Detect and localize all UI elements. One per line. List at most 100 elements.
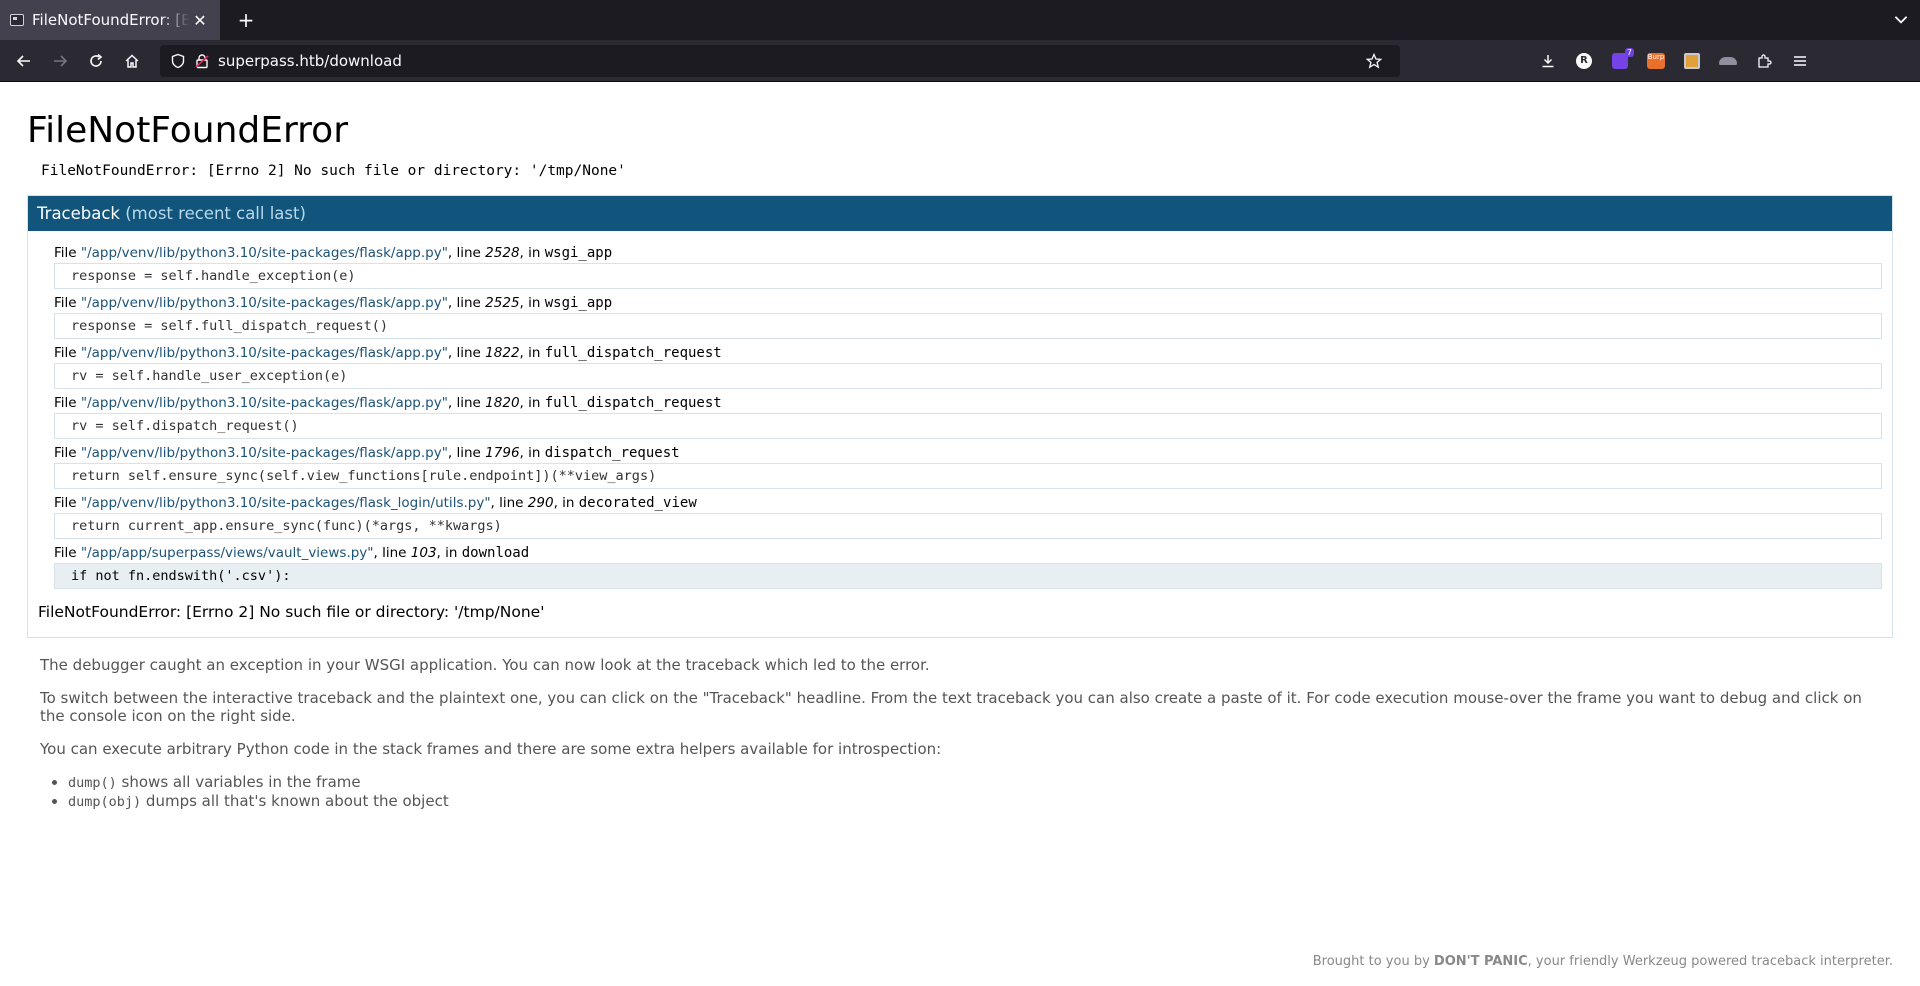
tab-close-icon[interactable]: ✕	[190, 11, 210, 30]
traceback-frame[interactable]: File "/app/venv/lib/python3.10/site-pack…	[54, 495, 1882, 539]
frame-header: File "/app/venv/lib/python3.10/site-pack…	[54, 495, 1882, 511]
frame-code-line[interactable]: response = self.full_dispatch_request()	[54, 313, 1882, 339]
frame-header: File "/app/app/superpass/views/vault_vie…	[54, 545, 1882, 561]
frame-file-word: File	[54, 495, 77, 511]
forward-button[interactable]	[42, 45, 78, 77]
footer-brand: DON'T PANIC	[1433, 954, 1528, 969]
frame-code-line[interactable]: return current_app.ensure_sync(func)(*ar…	[54, 513, 1882, 539]
frame-code-line[interactable]: response = self.handle_exception(e)	[54, 263, 1882, 289]
werkzeug-debugger-page: FileNotFoundError FileNotFoundError: [Er…	[0, 82, 1920, 969]
frame-line-number: 103	[410, 545, 437, 561]
explain-paragraph-3: You can execute arbitrary Python code in…	[40, 740, 942, 758]
frame-file-word: File	[54, 545, 77, 561]
home-icon	[125, 53, 139, 68]
frame-file-path: "/app/venv/lib/python3.10/site-packages/…	[80, 395, 448, 411]
frame-line-number: 1822	[485, 345, 520, 361]
frame-function: wsgi_app	[544, 295, 613, 311]
frame-in-word: , in	[436, 545, 458, 561]
burp-extension-button[interactable]: Burp	[1638, 45, 1674, 77]
frame-code-line[interactable]: if not fn.endswith('.csv'):	[54, 563, 1882, 589]
frame-file-path: "/app/venv/lib/python3.10/site-packages/…	[80, 495, 491, 511]
frame-line-number: 2528	[485, 245, 520, 261]
burp-icon: Burp	[1647, 52, 1665, 69]
frame-in-word: , in	[553, 495, 575, 511]
new-tab-button[interactable]: +	[228, 8, 264, 32]
frame-line-word: , line	[447, 295, 481, 311]
tab-active[interactable]: FileNotFoundError: [Errno 2] No such fil…	[0, 0, 220, 40]
traceback-panel: Traceback (most recent call last) File "…	[27, 195, 1893, 638]
tab-list-chevron-icon[interactable]	[1892, 10, 1910, 28]
frame-in-word: , in	[519, 395, 541, 411]
footer-post: , your friendly Werkzeug powered traceba…	[1527, 954, 1893, 969]
frame-function: decorated_view	[578, 495, 697, 511]
frame-line-word: , line	[447, 445, 481, 461]
frame-function: download	[461, 545, 530, 561]
traceback-frame[interactable]: File "/app/app/superpass/views/vault_vie…	[54, 545, 1882, 589]
frame-file-path: "/app/venv/lib/python3.10/site-packages/…	[80, 445, 448, 461]
traceback-frame[interactable]: File "/app/venv/lib/python3.10/site-pack…	[54, 445, 1882, 489]
frame-file-path: "/app/venv/lib/python3.10/site-packages/…	[80, 345, 448, 361]
hat-icon	[1719, 56, 1737, 65]
toolbar-icons: R 7 Burp	[1530, 45, 1818, 77]
back-button[interactable]	[6, 45, 42, 77]
tab-bar: FileNotFoundError: [Errno 2] No such fil…	[0, 0, 1920, 40]
frame-line-number: 290	[527, 495, 554, 511]
frame-header: File "/app/venv/lib/python3.10/site-pack…	[54, 395, 1882, 411]
url-text[interactable]: superpass.htb/download	[218, 52, 1366, 70]
helpers-list: dump() shows all variables in the frame …	[40, 773, 1880, 811]
traceback-frame[interactable]: File "/app/venv/lib/python3.10/site-pack…	[54, 395, 1882, 439]
frame-line-word: , line	[490, 495, 524, 511]
frame-code-line[interactable]: rv = self.dispatch_request()	[54, 413, 1882, 439]
frame-header: File "/app/venv/lib/python3.10/site-pack…	[54, 445, 1882, 461]
frame-file-path: "/app/venv/lib/python3.10/site-packages/…	[80, 245, 448, 261]
error-message: FileNotFoundError: [Errno 2] No such fil…	[41, 163, 626, 179]
bookmark-star-icon[interactable]	[1366, 52, 1382, 69]
account-button[interactable]: R	[1566, 45, 1602, 77]
shield-icon[interactable]	[170, 53, 186, 69]
app-menu-button[interactable]	[1782, 45, 1818, 77]
explain-paragraph-2: To switch between the interactive traceb…	[40, 689, 1862, 725]
frame-line-word: , line	[447, 245, 481, 261]
frame-line-word: , line	[373, 545, 407, 561]
helper-item: dump() shows all variables in the frame	[68, 773, 1880, 792]
helper-code: dump(obj)	[68, 794, 142, 810]
terminal-favicon-icon	[10, 14, 24, 26]
frames-list: File "/app/venv/lib/python3.10/site-pack…	[28, 231, 1892, 589]
frame-line-word: , line	[447, 345, 481, 361]
frame-file-word: File	[54, 345, 77, 361]
helper-text: shows all variables in the frame	[116, 773, 361, 791]
frame-function: dispatch_request	[544, 445, 680, 461]
traceback-headline[interactable]: Traceback (most recent call last)	[28, 196, 1892, 231]
image-extension-button[interactable]	[1674, 45, 1710, 77]
page-title: FileNotFoundError	[27, 110, 348, 151]
traceback-frame[interactable]: File "/app/venv/lib/python3.10/site-pack…	[54, 245, 1882, 289]
frame-function: full_dispatch_request	[544, 395, 722, 411]
helper-text: dumps all that's known about the object	[141, 792, 449, 810]
extensions-button[interactable]	[1746, 45, 1782, 77]
traceback-frame[interactable]: File "/app/venv/lib/python3.10/site-pack…	[54, 295, 1882, 339]
frame-line-number: 1820	[485, 395, 520, 411]
frame-function: wsgi_app	[544, 245, 613, 261]
frame-code-line[interactable]: return self.ensure_sync(self.view_functi…	[54, 463, 1882, 489]
frame-line-number: 2525	[485, 295, 520, 311]
frame-file-word: File	[54, 245, 77, 261]
hat-extension-button[interactable]	[1710, 45, 1746, 77]
frame-line-word: , line	[447, 395, 481, 411]
profile-avatar: R	[1576, 52, 1592, 69]
frame-header: File "/app/venv/lib/python3.10/site-pack…	[54, 245, 1882, 261]
purple-extension-icon: 7	[1612, 47, 1634, 69]
traceback-label[interactable]: Traceback	[37, 204, 120, 223]
extension-purple-button[interactable]: 7	[1602, 45, 1638, 77]
reload-button[interactable]	[78, 45, 114, 77]
frame-code-line[interactable]: rv = self.handle_user_exception(e)	[54, 363, 1882, 389]
helper-item: dump(obj) dumps all that's known about t…	[68, 792, 1880, 811]
home-button[interactable]	[114, 45, 150, 77]
url-bar[interactable]: superpass.htb/download	[160, 44, 1400, 77]
final-exception: FileNotFoundError: [Errno 2] No such fil…	[38, 603, 545, 621]
lock-warning-icon[interactable]	[194, 53, 210, 69]
traceback-frame[interactable]: File "/app/venv/lib/python3.10/site-pack…	[54, 345, 1882, 389]
downloads-button[interactable]	[1530, 45, 1566, 77]
footer: Brought to you by DON'T PANIC, your frie…	[1313, 954, 1893, 969]
frame-in-word: , in	[519, 295, 541, 311]
hamburger-menu-icon	[1794, 55, 1806, 66]
